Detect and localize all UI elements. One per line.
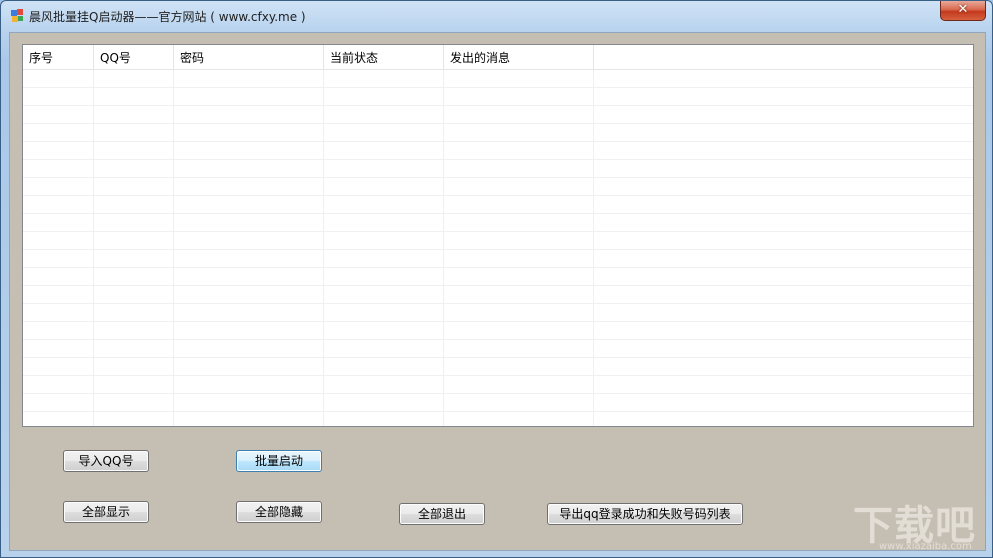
row-divider [23, 231, 973, 232]
column-header-status[interactable]: 当前状态 [324, 45, 444, 69]
exit-all-button[interactable]: 全部退出 [399, 503, 485, 525]
close-button[interactable]: ✕ [940, 1, 986, 21]
show-all-button[interactable]: 全部显示 [63, 501, 149, 523]
row-divider [23, 357, 973, 358]
column-header-qq[interactable]: QQ号 [94, 45, 174, 69]
hide-all-button[interactable]: 全部隐藏 [236, 501, 322, 523]
client-area: 序号 QQ号 密码 当前状态 发出的消息 导入QQ号 批量启动 全部显示 全部隐… [9, 32, 986, 551]
app-icon [9, 8, 25, 24]
row-divider [23, 411, 973, 412]
table-body[interactable] [23, 70, 973, 426]
batch-start-button[interactable]: 批量启动 [236, 450, 322, 472]
app-window: 晨风批量挂Q启动器——官方网站 ( www.cfxy.me ) ✕ 序号 QQ号… [0, 0, 993, 558]
row-divider [23, 339, 973, 340]
row-divider [23, 249, 973, 250]
row-divider [23, 303, 973, 304]
row-divider [23, 177, 973, 178]
row-divider [23, 159, 973, 160]
column-header-password[interactable]: 密码 [174, 45, 324, 69]
row-divider [23, 213, 973, 214]
window-title: 晨风批量挂Q启动器——官方网站 ( www.cfxy.me ) [29, 10, 306, 24]
row-divider [23, 123, 973, 124]
table-header: 序号 QQ号 密码 当前状态 发出的消息 [23, 45, 973, 70]
column-header-filler [594, 45, 973, 69]
row-divider [23, 141, 973, 142]
column-header-index[interactable]: 序号 [23, 45, 94, 69]
watermark-url: www.xiazaiba.com [879, 541, 972, 552]
import-qq-button[interactable]: 导入QQ号 [63, 450, 149, 472]
close-icon: ✕ [957, 2, 969, 17]
row-divider [23, 375, 973, 376]
row-divider [23, 285, 973, 286]
row-divider [23, 195, 973, 196]
row-divider [23, 105, 973, 106]
row-divider [23, 393, 973, 394]
export-list-button[interactable]: 导出qq登录成功和失败号码列表 [547, 503, 743, 525]
qq-list-table[interactable]: 序号 QQ号 密码 当前状态 发出的消息 [22, 44, 974, 427]
row-divider [23, 321, 973, 322]
row-divider [23, 87, 973, 88]
watermark-logo: 下载吧 www.xiazaiba.com [853, 493, 983, 555]
row-divider [23, 267, 973, 268]
title-bar[interactable]: 晨风批量挂Q启动器——官方网站 ( www.cfxy.me ) ✕ [1, 1, 993, 33]
column-header-message[interactable]: 发出的消息 [444, 45, 594, 69]
